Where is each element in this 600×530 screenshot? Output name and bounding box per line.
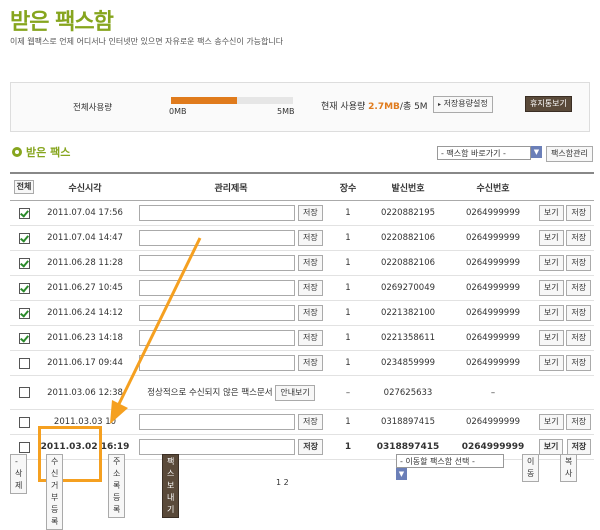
annotation-arrow (110, 237, 202, 424)
annotation-arrow-line (116, 237, 202, 407)
delete-button[interactable]: - 삭제 (10, 454, 28, 494)
chevron-down-icon: ▼ (396, 468, 407, 480)
block-register-button[interactable]: 수신거부등록 (46, 454, 64, 530)
address-register-button[interactable]: 주소록등록 (108, 454, 126, 518)
copy-button[interactable]: 복사 (560, 454, 578, 482)
move-button[interactable]: 이동 (522, 454, 540, 482)
send-fax-button[interactable]: 팩스보내기 (162, 454, 180, 518)
annotation-arrow-head (110, 400, 128, 424)
move-mailbox-value: - 이동할 팩스함 선택 - (396, 454, 504, 468)
move-mailbox-select[interactable]: - 이동할 팩스함 선택 -▼ (396, 454, 504, 480)
